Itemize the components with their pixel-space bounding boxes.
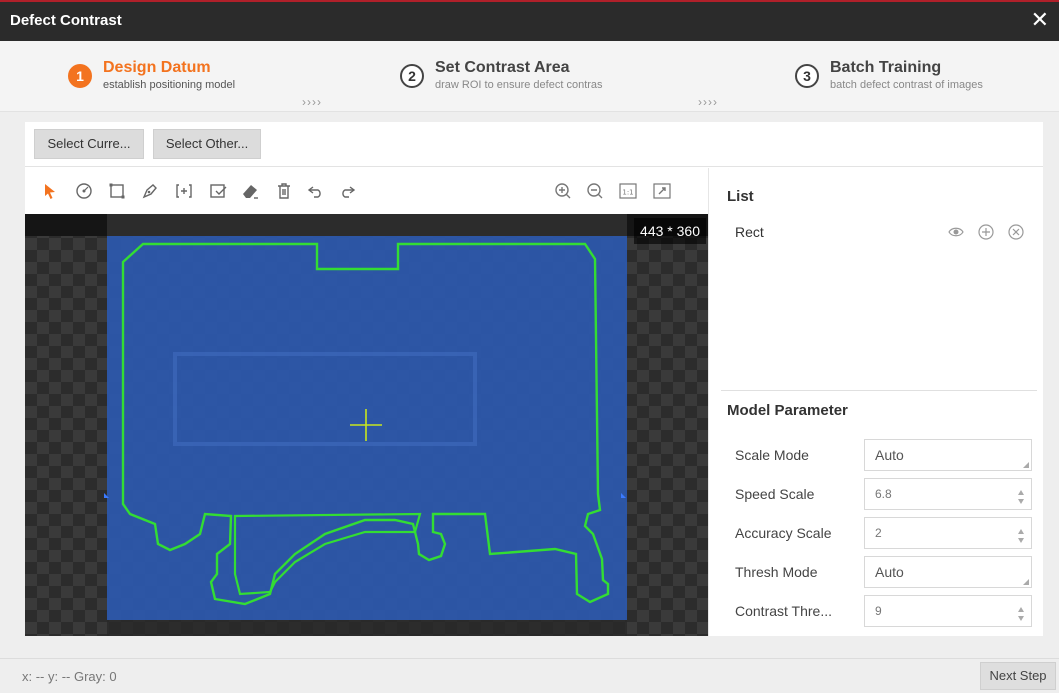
part-image — [25, 214, 708, 636]
contrast-threshold-stepper[interactable]: 9 — [864, 595, 1032, 627]
list-item[interactable]: Rect — [727, 221, 1037, 245]
step-description: draw ROI to ensure defect contras — [435, 79, 603, 91]
step-number: 2 — [400, 64, 424, 88]
pen-tool-icon[interactable] — [139, 180, 161, 202]
right-panel: List Rect Model Parameter Scale Mode Aut… — [708, 168, 1043, 636]
speed-scale-stepper[interactable]: 6.8 — [864, 478, 1032, 510]
param-thresh-mode: Thresh Mode Auto — [727, 556, 1032, 588]
scale-mode-select[interactable]: Auto — [864, 439, 1032, 471]
param-label: Accuracy Scale — [735, 525, 832, 541]
param-scale-mode: Scale Mode Auto — [727, 439, 1032, 471]
circle-tool-icon[interactable] — [73, 180, 95, 202]
eraser-icon[interactable] — [239, 180, 261, 202]
step-description: establish positioning model — [103, 79, 236, 91]
resize-corner-icon — [1023, 579, 1029, 585]
list-heading: List — [727, 188, 754, 205]
thresh-mode-select[interactable]: Auto — [864, 556, 1032, 588]
eye-icon[interactable] — [947, 223, 965, 241]
status-bar: x: -- y: -- Gray: 0 Next Step — [0, 658, 1059, 693]
main-content: Select Curre... Select Other... 1:1 443 … — [25, 122, 1043, 636]
accuracy-scale-stepper[interactable]: 2 — [864, 517, 1032, 549]
zoom-in-icon[interactable] — [552, 180, 574, 202]
cursor-readout: x: -- y: -- Gray: 0 — [22, 669, 117, 684]
add-icon[interactable] — [977, 223, 995, 241]
list-item-name: Rect — [735, 224, 764, 240]
window-title: Defect Contrast — [10, 12, 122, 29]
rect-tool-icon[interactable] — [106, 180, 128, 202]
stepper-arrows-icon[interactable] — [1017, 486, 1025, 504]
step-number: 3 — [795, 64, 819, 88]
actual-size-icon[interactable]: 1:1 — [617, 180, 639, 202]
select-current-button[interactable]: Select Curre... — [34, 129, 144, 159]
redo-icon[interactable] — [336, 180, 358, 202]
step-label: Batch Training — [830, 59, 942, 76]
step-number: 1 — [68, 64, 92, 88]
stepper-arrows-icon[interactable] — [1017, 525, 1025, 543]
field-value: 9 — [875, 604, 882, 618]
roi-rectangle — [107, 236, 627, 620]
param-label: Scale Mode — [735, 447, 809, 463]
model-parameter-heading: Model Parameter — [727, 402, 848, 419]
next-step-button[interactable]: Next Step — [980, 662, 1056, 690]
step-separator: ›››› — [302, 95, 322, 109]
select-other-button[interactable]: Select Other... — [153, 129, 261, 159]
image-size-badge: 443 * 360 — [634, 218, 706, 244]
delete-icon[interactable] — [273, 180, 295, 202]
undo-icon[interactable] — [305, 180, 327, 202]
step-label: Design Datum — [103, 59, 211, 76]
fit-screen-icon[interactable] — [651, 180, 673, 202]
close-icon[interactable]: ✕ — [1031, 8, 1049, 32]
panel-divider — [721, 390, 1037, 391]
stepper-arrows-icon[interactable] — [1017, 603, 1025, 621]
mask-icon[interactable] — [207, 180, 229, 202]
wizard-steps: 1 Design Datum establish positioning mod… — [0, 41, 1059, 112]
step-label: Set Contrast Area — [435, 59, 570, 76]
step-separator: ›››› — [698, 95, 718, 109]
param-label: Thresh Mode — [735, 564, 818, 580]
zoom-out-icon[interactable] — [584, 180, 606, 202]
svg-text:1:1: 1:1 — [622, 189, 633, 197]
pointer-icon[interactable] — [39, 180, 61, 202]
drawing-toolbar: 1:1 — [25, 168, 708, 214]
param-label: Speed Scale — [735, 486, 815, 502]
remove-icon[interactable] — [1007, 223, 1025, 241]
field-value: 2 — [875, 526, 882, 540]
title-bar: Defect Contrast ✕ — [0, 0, 1059, 41]
field-value: 6.8 — [875, 487, 892, 501]
resize-corner-icon — [1023, 462, 1029, 468]
step-description: batch defect contrast of images — [830, 79, 983, 91]
param-speed-scale: Speed Scale 6.8 — [727, 478, 1032, 510]
param-accuracy-scale: Accuracy Scale 2 — [727, 517, 1032, 549]
image-canvas[interactable]: 443 * 360 — [25, 214, 708, 636]
image-select-bar: Select Curre... Select Other... — [25, 122, 1043, 167]
field-value: Auto — [875, 564, 904, 580]
param-label: Contrast Thre... — [735, 603, 833, 619]
field-value: Auto — [875, 447, 904, 463]
expand-roi-icon[interactable] — [173, 180, 195, 202]
param-contrast-threshold: Contrast Thre... 9 — [727, 595, 1032, 627]
